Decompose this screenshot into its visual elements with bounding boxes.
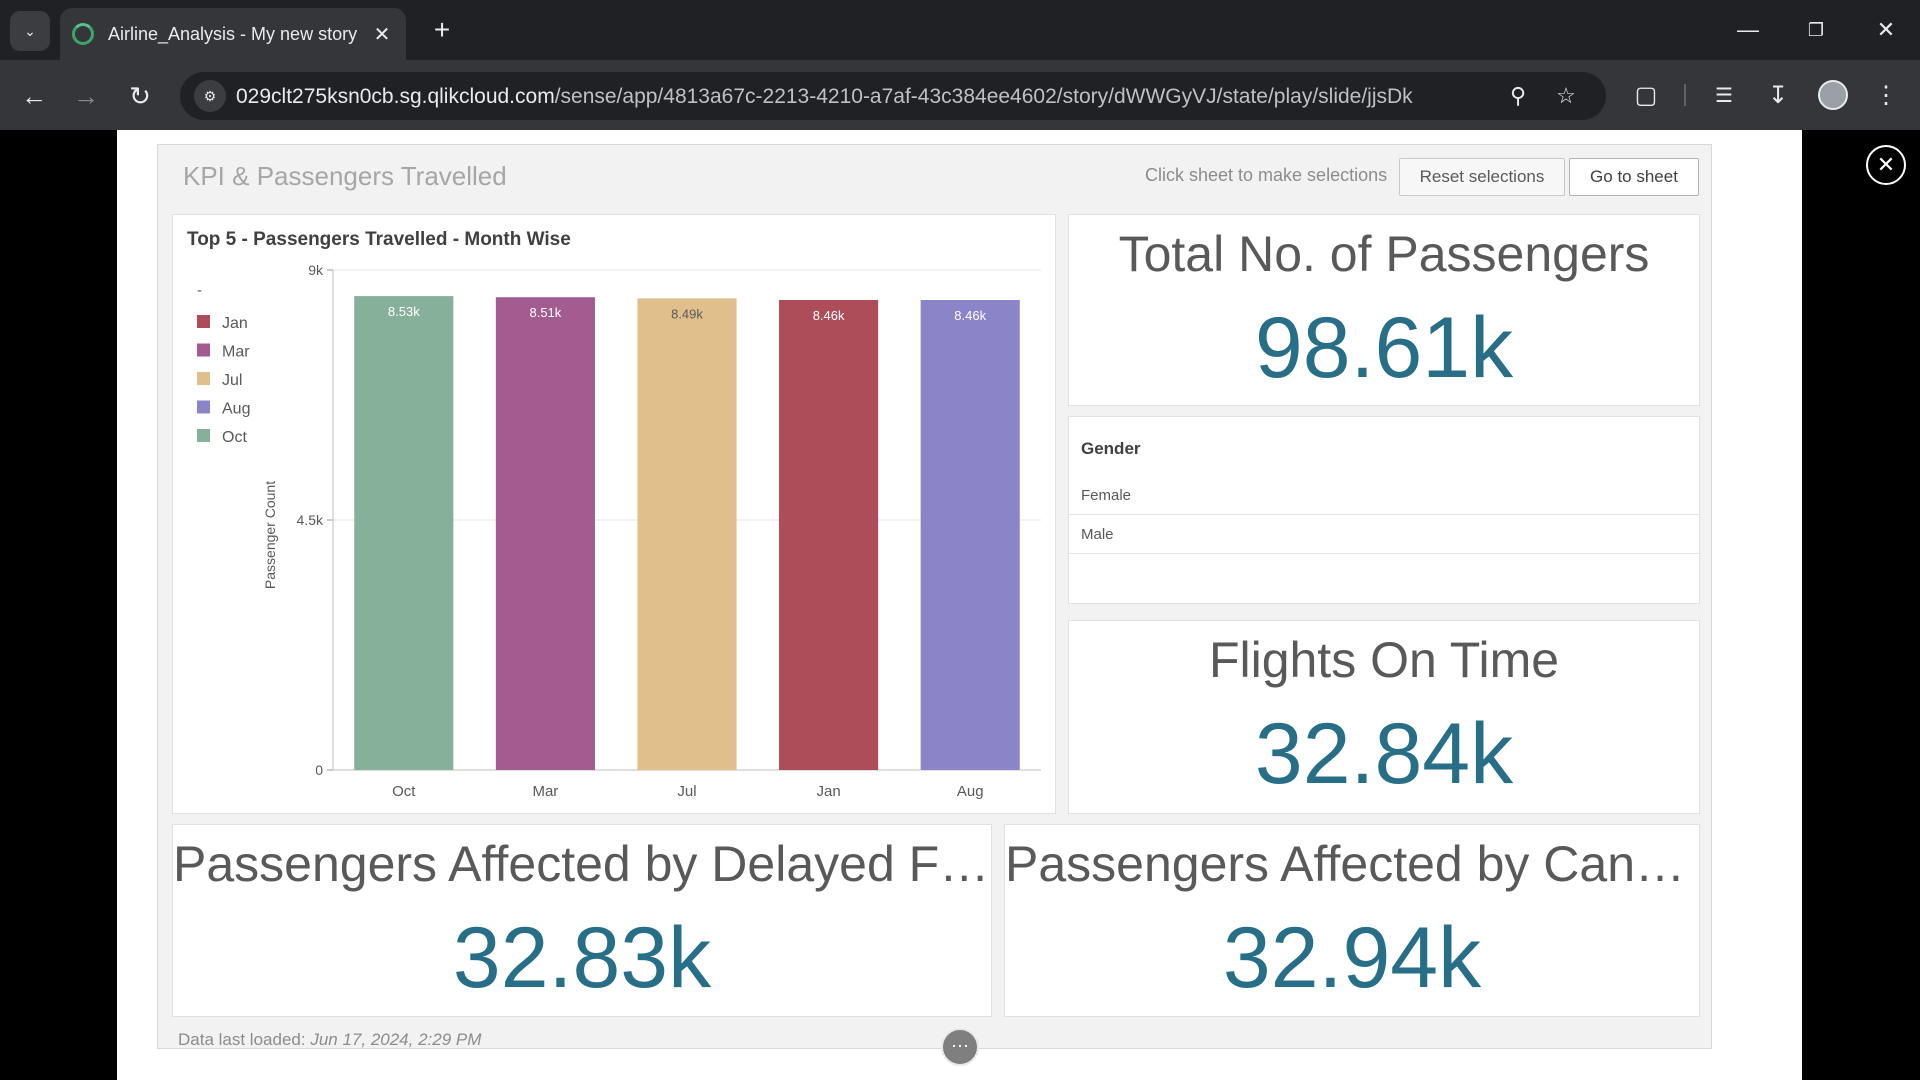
kpi-total-passengers[interactable]: Total No. of Passengers 98.61k (1068, 214, 1700, 406)
kpi-flights-on-time-label: Flights On Time (1208, 632, 1560, 688)
bar-chart-card[interactable]: Top 5 - Passengers Travelled - Month Wis… (172, 214, 1056, 814)
tab-search-chevron-icon[interactable]: ⌄ (10, 11, 50, 51)
new-tab-plus-icon[interactable]: + (424, 12, 460, 48)
kpi-cancelled-value: 32.94k (1222, 910, 1482, 1006)
y-axis-label: Passenger Count (262, 481, 278, 589)
data-last-loaded: Data last loaded: Jun 17, 2024, 2:29 PM (178, 1030, 481, 1050)
legend-title: - (197, 282, 202, 299)
kpi-delayed-label: Passengers Affected by Delayed Fli… (173, 836, 991, 892)
legend-label: Jul (222, 372, 242, 389)
bar-jan (779, 300, 879, 770)
reset-selections-button[interactable]: Reset selections (1399, 158, 1565, 196)
qlik-favicon-icon (72, 23, 94, 45)
browser-tab[interactable]: Airline_Analysis - My new story ✕ (60, 8, 406, 60)
kpi-delayed-passengers[interactable]: Passengers Affected by Delayed Fli… 32.8… (172, 824, 992, 1017)
legend-label: Oct (222, 429, 247, 446)
back-arrow-icon[interactable]: ← (14, 76, 54, 116)
close-window-icon[interactable]: ✕ (1866, 12, 1906, 48)
zoom-magnifier-icon[interactable]: ⚲ (1502, 80, 1534, 112)
filter-option-female[interactable]: Female (1069, 477, 1699, 515)
url-path: /sense/app/4813a67c-2213-4210-a7af-43c38… (554, 85, 1413, 108)
reload-icon[interactable]: ↻ (120, 76, 160, 116)
bar-chart[interactable]: 0 4.5k 9k Passenger Count 8.53k Oct 8.51k Mar 8.… (173, 215, 1057, 815)
y-tick-label: 0 (315, 762, 323, 778)
toolbar-separator (1684, 84, 1686, 106)
legend-label: Mar (222, 344, 250, 361)
data-label: 8.49k (671, 306, 703, 321)
filter-option-label: Female (1081, 487, 1132, 504)
minimize-icon[interactable]: — (1728, 12, 1768, 48)
kpi-total-passengers-label: Total No. of Passengers (1118, 226, 1650, 282)
forward-arrow-icon[interactable]: → (66, 76, 106, 116)
url-host: 029clt275ksn0cb.sg.qlikcloud.com (236, 85, 555, 108)
legend-label: Jan (222, 315, 248, 332)
data-label: 8.46k (813, 308, 845, 323)
data-label: 8.46k (954, 308, 986, 323)
kpi-flights-on-time-value: 32.84k (1254, 706, 1514, 802)
gender-filter-title: Gender (1081, 439, 1141, 458)
story-close-icon[interactable]: ✕ (1866, 145, 1906, 185)
bar-mar (495, 297, 595, 770)
legend-swatch (197, 343, 210, 357)
legend-label: Aug (222, 401, 250, 418)
story-viewport: ✕ KPI & Passengers Travelled Click sheet… (0, 130, 1920, 1080)
data-label: 8.51k (529, 305, 561, 320)
sheet-snapshot[interactable]: KPI & Passengers Travelled Click sheet t… (157, 144, 1712, 1049)
kpi-flights-on-time[interactable]: Flights On Time 32.84k (1068, 620, 1700, 814)
bar-jul (637, 298, 737, 770)
profile-avatar[interactable] (1818, 80, 1848, 110)
legend-swatch (197, 315, 210, 328)
browser-tabstrip: ⌄ Airline_Analysis - My new story ✕ + — … (0, 0, 1920, 60)
sheet-selection-hint: Click sheet to make selections (1145, 165, 1388, 185)
filter-option-male[interactable]: Male (1069, 516, 1699, 554)
kpi-cancelled-passengers[interactable]: Passengers Affected by Cance… 32.94k (1004, 824, 1700, 1017)
media-control-icon[interactable]: ☰ (1704, 76, 1744, 116)
browser-menu-icon[interactable]: ⋮ (1866, 76, 1906, 116)
data-loaded-prefix: Data last loaded: (178, 1030, 306, 1049)
bar-oct (354, 296, 454, 770)
kpi-delayed-value: 32.83k (452, 910, 712, 1006)
bar-aug (920, 300, 1020, 770)
legend-swatch (197, 400, 210, 414)
legend-swatch (197, 429, 210, 442)
bookmark-star-icon[interactable]: ☆ (1550, 80, 1582, 112)
x-tick-label: Jan (817, 783, 841, 800)
filter-option-label: Male (1081, 526, 1114, 543)
extensions-puzzle-icon[interactable]: ▢ (1626, 76, 1666, 116)
restore-window-icon[interactable]: ❐ (1796, 12, 1836, 48)
y-tick-label: 9k (308, 262, 324, 278)
data-loaded-time: Jun 17, 2024, 2:29 PM (310, 1030, 482, 1049)
downloads-icon[interactable]: ↧ (1758, 76, 1798, 116)
browser-toolbar: ← → ↻ ⚙ 029clt275ksn0cb.sg.qlikcloud.com… (0, 60, 1920, 130)
go-to-sheet-button[interactable]: Go to sheet (1569, 158, 1699, 196)
x-tick-label: Aug (957, 783, 984, 800)
tab-close-icon[interactable]: ✕ (370, 22, 394, 47)
data-label: 8.53k (388, 304, 420, 319)
tab-title: Airline_Analysis - My new story (108, 23, 358, 44)
kpi-cancelled-label: Passengers Affected by Cance… (1005, 836, 1699, 892)
more-options-icon[interactable]: ⋯ (941, 1028, 979, 1066)
url-text[interactable]: 029clt275ksn0cb.sg.qlikcloud.com/sense/a… (236, 85, 1413, 109)
site-info-icon[interactable]: ⚙ (194, 80, 226, 112)
gender-filter-pane[interactable]: Gender Female Male (1068, 416, 1700, 604)
x-tick-label: Mar (532, 783, 558, 800)
y-tick-label: 4.5k (297, 512, 324, 528)
sheet-title: KPI & Passengers Travelled (183, 161, 507, 191)
x-tick-label: Oct (392, 783, 416, 800)
legend-swatch (197, 372, 210, 385)
x-tick-label: Jul (677, 783, 696, 800)
kpi-total-passengers-value: 98.61k (1254, 300, 1514, 396)
address-bar[interactable]: ⚙ 029clt275ksn0cb.sg.qlikcloud.com/sense… (180, 72, 1606, 120)
